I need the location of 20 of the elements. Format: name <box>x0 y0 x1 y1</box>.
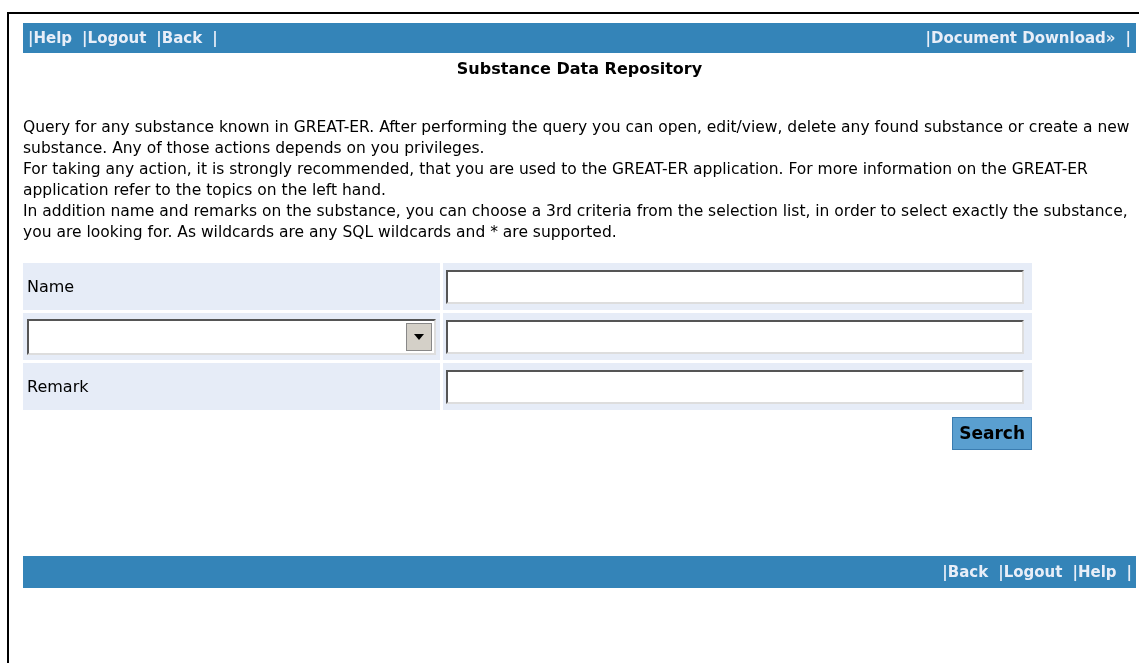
field-label: Remark <box>27 375 89 398</box>
nav-link[interactable]: |Logout <box>82 26 147 50</box>
page-title: Substance Data Repository <box>455 58 704 80</box>
text-field[interactable] <box>446 319 1024 354</box>
text-field[interactable] <box>446 269 1024 304</box>
description-paragraph: In addition name and remarks on the substance, you can choose a 3rd criteria from the selection list, in order to select exactly the substance, you are looking for. As wildcards are any SQL wildcards and * are supported. <box>23 201 1129 243</box>
document-download-link[interactable]: |Document Download» <box>925 26 1116 50</box>
nav-link[interactable]: |Help <box>28 26 73 50</box>
description-paragraph: For taking any action, it is strongly recommended, that you are used to the GREAT-ER application. For more information on the GREAT-ER application refer to the topics on the left hand. <box>23 159 1089 201</box>
separator: | <box>1126 561 1132 583</box>
text-field[interactable] <box>446 369 1024 404</box>
search-button[interactable]: Search <box>952 417 1032 450</box>
nav-link[interactable]: |Logout <box>998 560 1063 584</box>
nav-link[interactable]: |Back <box>156 26 203 50</box>
description-paragraph: Query for any substance known in GREAT-ER. After performing the query you can open, edit/view, delete any found substance or create a new substance. Any of those actions depends on you privileges. <box>23 117 1131 159</box>
separator: | <box>1125 27 1131 49</box>
separator: | <box>212 27 218 49</box>
field-label: Name <box>27 275 75 298</box>
nav-link[interactable]: |Help <box>1072 560 1117 584</box>
nav-link[interactable]: |Back <box>942 560 989 584</box>
